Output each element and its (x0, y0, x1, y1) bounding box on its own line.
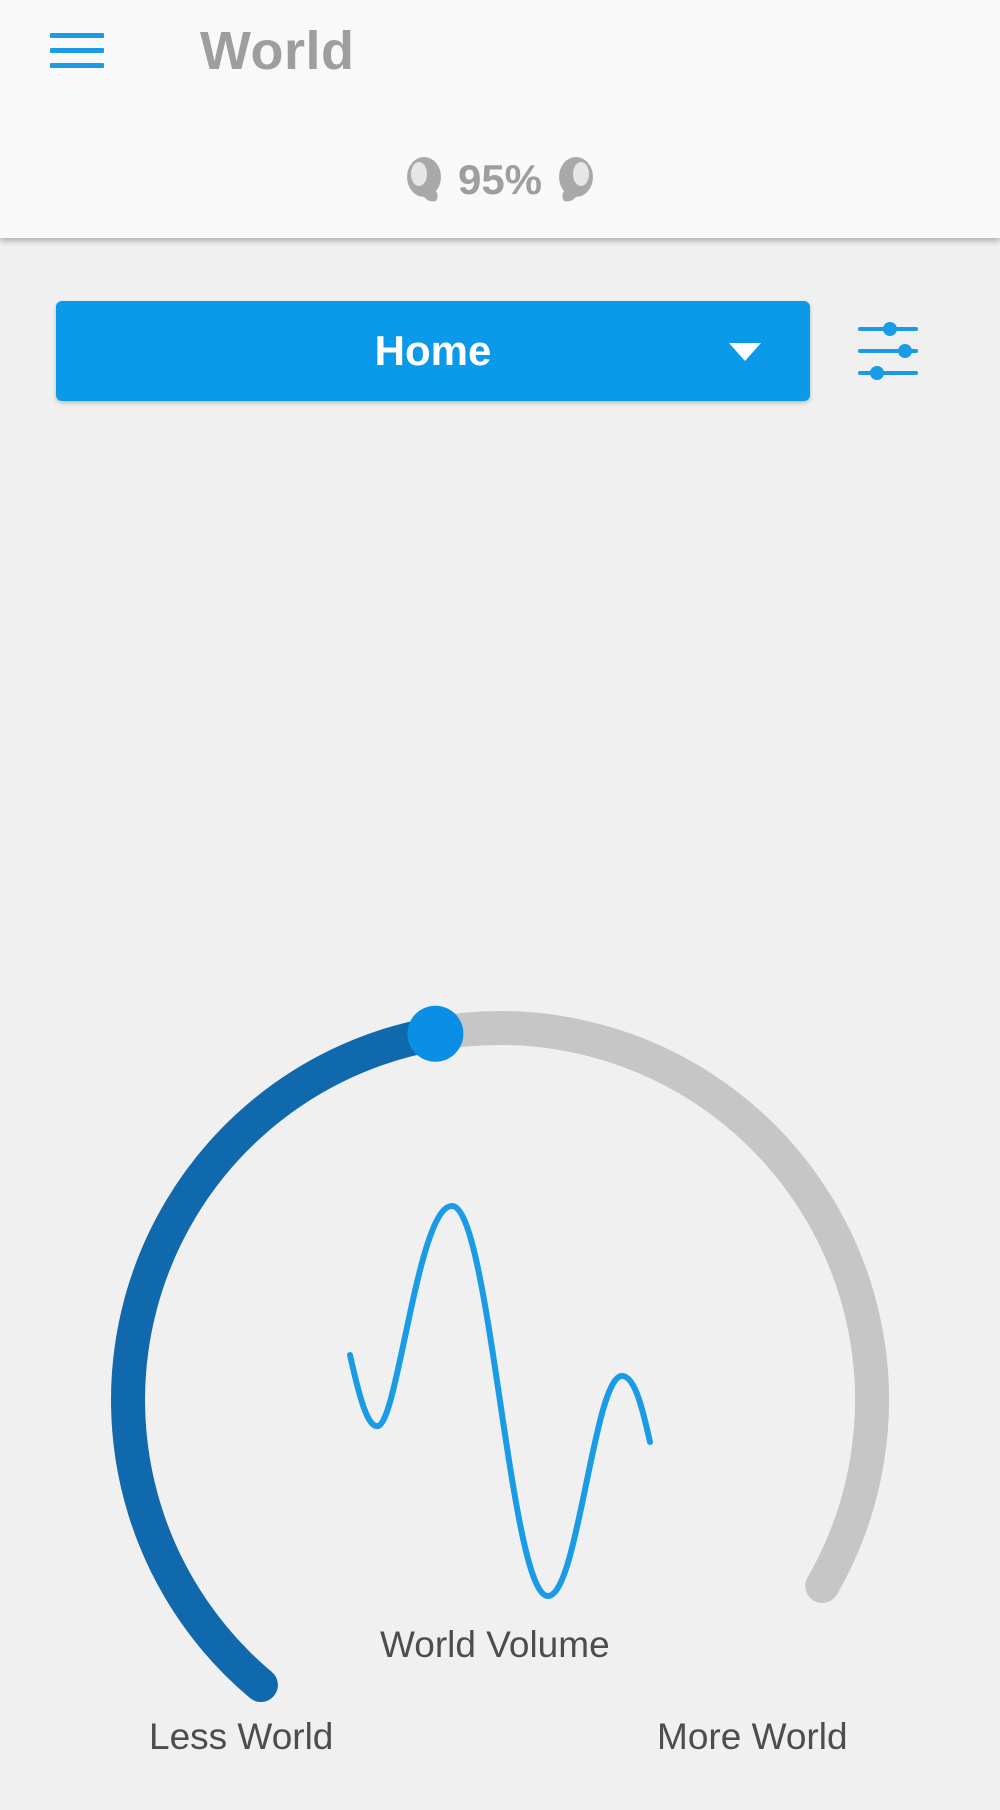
dial-knob (407, 1005, 464, 1062)
hamburger-menu-icon (50, 33, 104, 68)
battery-status: 95% (0, 155, 1000, 205)
world-volume-dial[interactable] (0, 0, 1000, 1810)
page-title: World (200, 21, 355, 81)
sound-wave-icon (347, 1203, 653, 1599)
right-earbud-icon (559, 157, 594, 202)
menu-button[interactable] (44, 26, 110, 76)
dial-active-arc (111, 1016, 453, 1702)
battery-level: 95% (457, 156, 543, 203)
app-bar: World 95% (0, 0, 1000, 238)
dropdown-arrow-icon (729, 343, 761, 361)
dial-label: World Volume (380, 1624, 610, 1665)
left-earbud-icon (406, 157, 441, 202)
dial-min-label: Less World (149, 1716, 334, 1757)
dial-max-label: More World (657, 1716, 848, 1757)
